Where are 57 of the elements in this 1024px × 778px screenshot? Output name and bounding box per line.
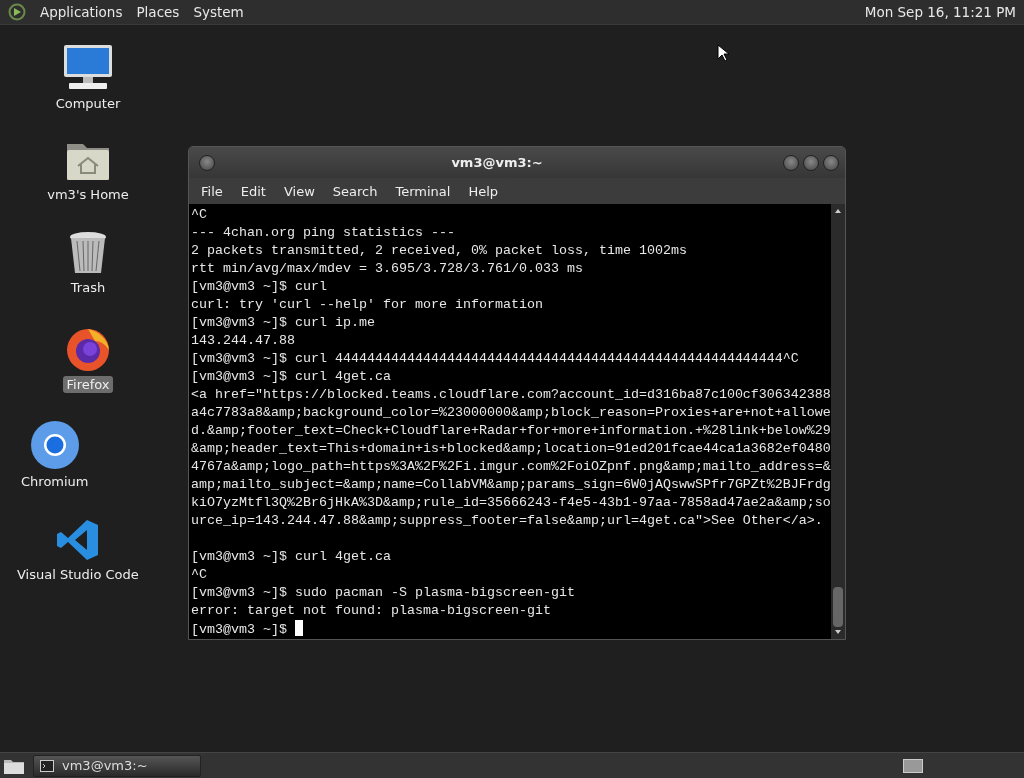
terminal-line: [vm3@vm3 ~]$ xyxy=(191,622,287,637)
scrollbar[interactable] xyxy=(831,204,845,639)
panel-menu[interactable]: Applications xyxy=(40,4,123,20)
desktop-icon-label[interactable]: vm3's Home xyxy=(44,186,132,203)
terminal-line: ^C xyxy=(191,566,208,584)
mouse-pointer-icon xyxy=(717,44,729,62)
computer-icon xyxy=(63,45,113,91)
terminal-line: amp;mailto_subject=&amp;name=CollabVM&amp;params_sign=6W0jAQswwSPfr7GPZt%2BJFrdg xyxy=(191,476,829,494)
terminal-line: curl: try 'curl --help' for more information xyxy=(191,296,544,314)
desktop-icon-label[interactable]: Visual Studio Code xyxy=(14,566,142,583)
menu-item[interactable]: View xyxy=(274,180,324,202)
desktop-icon-label[interactable]: Computer xyxy=(52,95,124,112)
code-editor-icon xyxy=(55,518,100,562)
menu-item[interactable]: Edit xyxy=(231,180,275,202)
text-cursor xyxy=(295,620,303,636)
terminal-line: 2 packets transmitted, 2 received, 0% packet loss, time 1002ms xyxy=(191,242,688,260)
panel-menu[interactable]: Places xyxy=(136,4,180,20)
minimize-button[interactable] xyxy=(783,154,799,171)
menu-item[interactable]: File xyxy=(192,180,232,202)
terminal-line: [vm3@vm3 ~]$ curl 4get.ca xyxy=(191,368,392,386)
menu-item[interactable]: Terminal xyxy=(386,180,460,202)
window-menu-button[interactable] xyxy=(199,154,215,171)
terminal-line: --- 4chan.org ping statistics --- xyxy=(191,224,456,242)
terminal-line: [vm3@vm3 ~]$ curl 44444444444444444444444444444444444444444444444444444444^C xyxy=(191,350,800,368)
terminal-line: urce_ip=143.244.47.88&amp;suppress_footer=false&amp;url=4get.ca">See Other</a>. xyxy=(191,512,824,530)
scroll-up-icon[interactable] xyxy=(834,207,842,215)
terminal-line: ^C xyxy=(191,206,208,224)
terminal-line: 4767a&amp;logo_path=https%3A%2F%2Fi.imgur.com%2FoiOZpnf.png&amp;mailto_address=& xyxy=(191,458,829,476)
close-button[interactable] xyxy=(823,154,839,171)
terminal-line: rtt min/avg/max/mdev = 3.695/3.728/3.761/0.033 ms xyxy=(191,260,584,278)
trash-icon xyxy=(69,231,107,275)
desktop-icon-label[interactable]: Trash xyxy=(67,279,109,296)
clock[interactable]: Mon Sep 16, 11:21 PM xyxy=(864,4,1016,20)
terminal-line: [vm3@vm3 ~]$ curl ip.me xyxy=(191,314,376,332)
terminal-line: d.&amp;footer_text=Check+Cloudflare+Radar+for+more+information.+%28link+below%29 xyxy=(191,422,829,440)
terminal-line: [vm3@vm3 ~]$ sudo pacman -S plasma-bigscreen-git xyxy=(191,584,576,602)
menu-item[interactable]: Search xyxy=(323,180,387,202)
taskbar-button[interactable]: vm3@vm3:~ xyxy=(33,754,201,777)
desktop-icon-label[interactable]: Chromium xyxy=(18,473,92,490)
terminal-line: <a href="https://blocked.teams.cloudflare.com?account_id=d316ba87c100cf306342388 xyxy=(191,386,829,404)
terminal-line: kiO7yzMtfl3Q%2Br6jHkA%3D&amp;rule_id=35666243-f4e5-43b1-97aa-7858ad47ae2a&amp;so xyxy=(191,494,829,512)
terminal-line: &amp;header_text=This+domain+is+blocked&amp;location=91ed201fcae44ca1a3682ef0480 xyxy=(191,440,829,458)
chromium-icon xyxy=(30,421,79,469)
terminal-line: [vm3@vm3 ~]$ curl xyxy=(191,278,328,296)
menu-item[interactable]: Help xyxy=(459,180,508,202)
workspace-switcher[interactable] xyxy=(903,758,923,773)
desktop-icon-label[interactable]: Firefox xyxy=(63,376,113,393)
window-title: vm3@vm3:~ xyxy=(450,155,544,170)
distro-logo-icon[interactable] xyxy=(8,3,26,21)
terminal-line: a4c7783a8&amp;background_color=%23000000&amp;block_reason=Proxies+are+not+allowe xyxy=(191,404,829,422)
terminal-line: [vm3@vm3 ~]$ curl 4get.ca xyxy=(191,548,392,566)
terminal-line: 143.244.47.88 xyxy=(191,332,296,350)
terminal-line: error: target not found: plasma-bigscreen-git xyxy=(191,602,552,620)
scrollbar-thumb[interactable] xyxy=(833,587,843,627)
terminal-icon xyxy=(40,759,54,772)
maximize-button[interactable] xyxy=(803,154,819,171)
panel-menu[interactable]: System xyxy=(193,4,244,20)
